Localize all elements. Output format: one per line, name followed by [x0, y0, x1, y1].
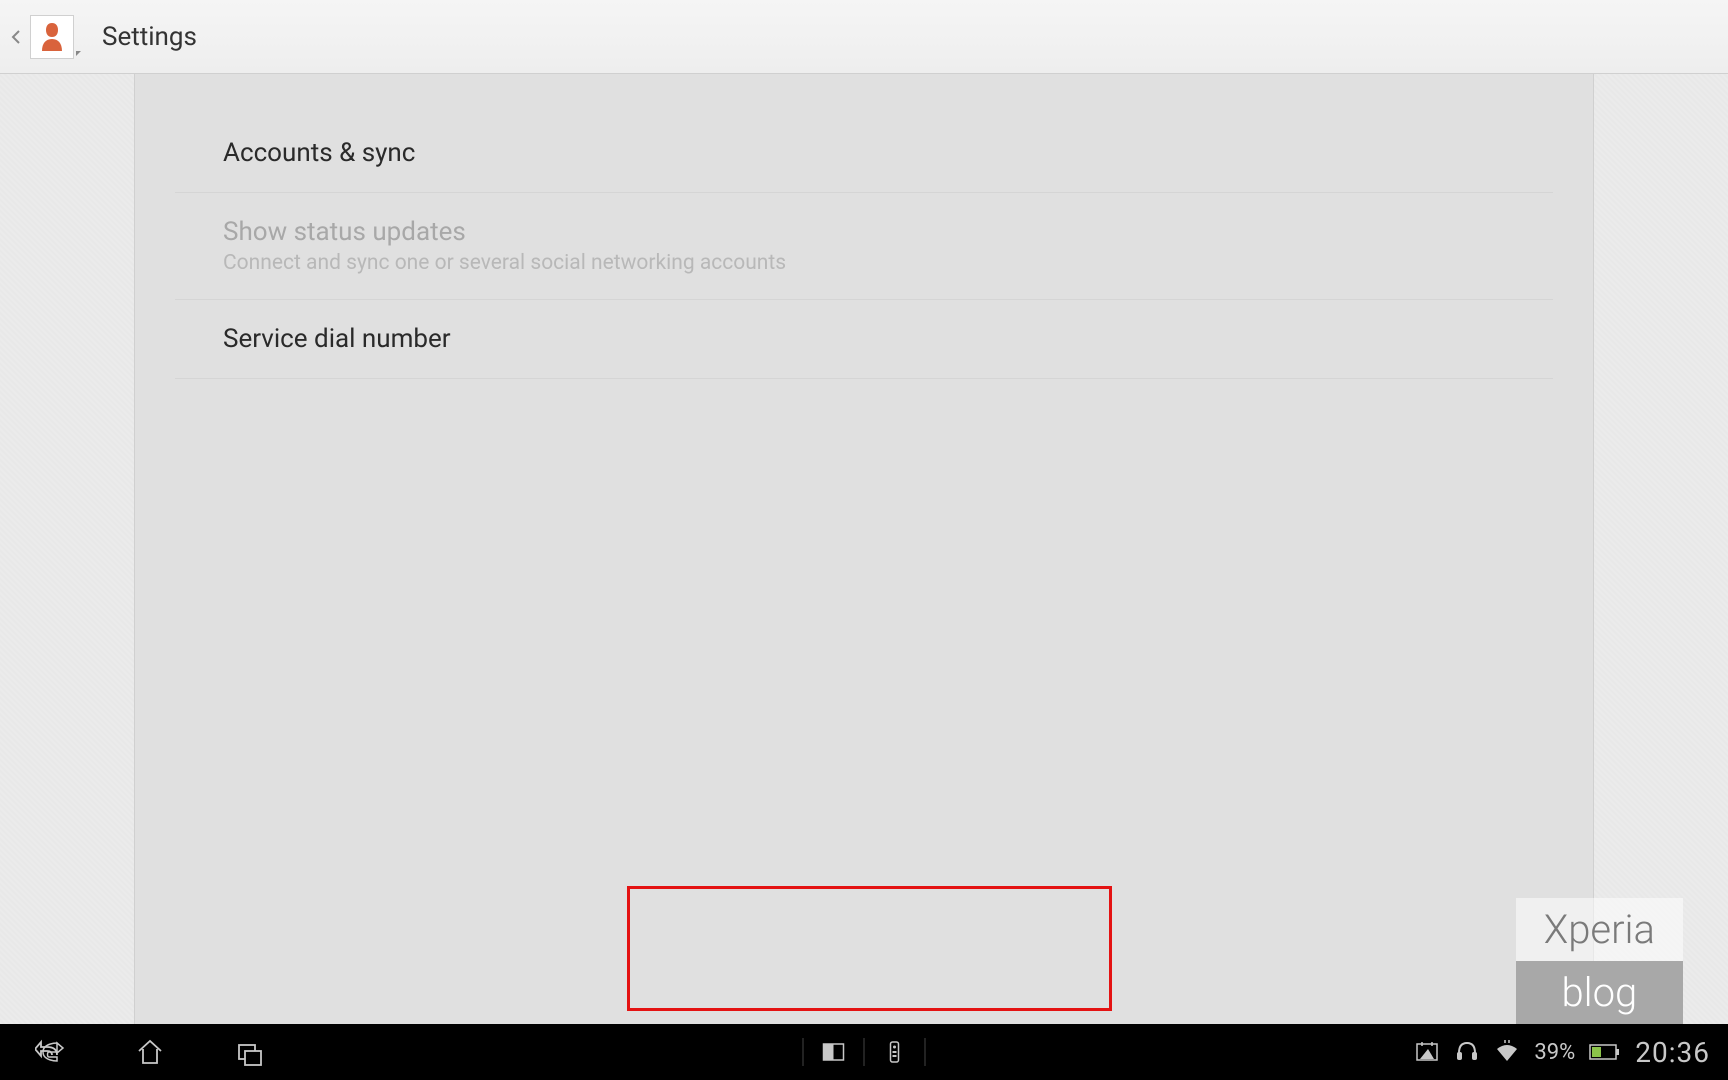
back-nav-button[interactable]: [0, 1024, 100, 1080]
settings-item-accounts-sync[interactable]: Accounts & sync: [175, 114, 1553, 193]
page-title: Settings: [102, 22, 197, 52]
back-button[interactable]: [8, 0, 24, 74]
status-tray[interactable]: 39% 20:36: [1414, 1036, 1728, 1069]
contacts-icon: [38, 21, 66, 53]
smallapp-remote-icon[interactable]: [883, 1040, 907, 1064]
headset-icon: [1454, 1039, 1480, 1065]
smallapp-browser-icon[interactable]: [822, 1040, 846, 1064]
dropdown-indicator-icon: [76, 51, 81, 56]
recent-apps-icon: [235, 1037, 265, 1067]
tray-separator: [925, 1038, 926, 1066]
wifi-icon: [1494, 1039, 1520, 1065]
system-navigation-bar: 39% 20:36: [0, 1024, 1728, 1080]
settings-item-status-updates: Show status updates Connect and sync one…: [175, 193, 1553, 300]
back-icon: [35, 1037, 65, 1067]
settings-panel: Accounts & sync Show status updates Conn…: [134, 74, 1594, 1024]
list-item-title: Accounts & sync: [223, 138, 1505, 168]
main-content: Accounts & sync Show status updates Conn…: [0, 74, 1728, 1024]
chevron-left-icon: [11, 29, 21, 45]
clock: 20:36: [1635, 1036, 1710, 1069]
list-item-subtitle: Connect and sync one or several social n…: [223, 251, 1505, 275]
recent-apps-nav-button[interactable]: [200, 1024, 300, 1080]
center-tray: [803, 1038, 926, 1066]
settings-item-service-dial[interactable]: Service dial number: [175, 300, 1553, 379]
home-icon: [135, 1037, 165, 1067]
app-icon[interactable]: [30, 15, 74, 59]
tray-separator: [864, 1038, 865, 1066]
battery-percent: 39%: [1534, 1040, 1575, 1065]
tray-separator: [803, 1038, 804, 1066]
action-bar: Settings: [0, 0, 1728, 74]
settings-list: Accounts & sync Show status updates Conn…: [135, 114, 1593, 379]
screenshot-icon: [1414, 1039, 1440, 1065]
list-item-title: Show status updates: [223, 217, 1505, 247]
home-nav-button[interactable]: [100, 1024, 200, 1080]
battery-icon: [1589, 1042, 1621, 1062]
nav-buttons-group: [0, 1024, 300, 1080]
list-item-title: Service dial number: [223, 324, 1505, 354]
